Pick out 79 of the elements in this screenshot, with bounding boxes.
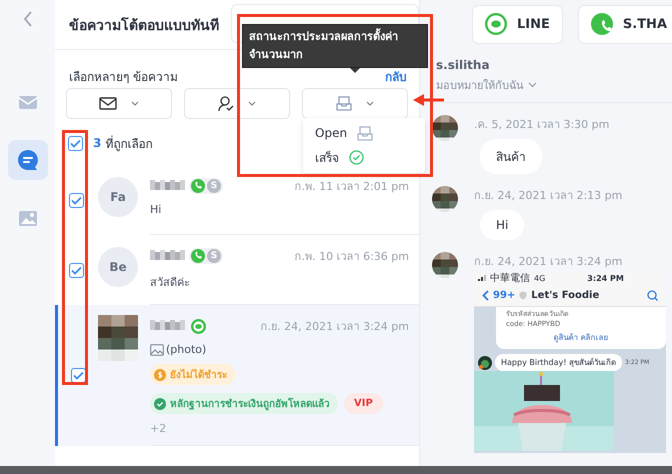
chat-bubble-icon bbox=[191, 318, 206, 334]
checkbox[interactable] bbox=[69, 262, 84, 278]
timestamp: ก.ย. 24, 2021 เวลา 3:24 pm bbox=[260, 319, 409, 335]
back-icon[interactable] bbox=[22, 10, 34, 28]
inbox-icon bbox=[357, 126, 374, 140]
mail-icon bbox=[99, 97, 117, 110]
network-type: 4G bbox=[534, 274, 546, 282]
timestamp: ก.ย. 24, 2021 เวลา 2:13 pm bbox=[474, 188, 622, 204]
avatar: Fa bbox=[98, 177, 138, 217]
unread-count: 99+ bbox=[493, 290, 516, 300]
check-icon bbox=[71, 266, 82, 274]
card-link[interactable]: ดูสินค้า คลิกเลย bbox=[506, 333, 656, 343]
check-icon bbox=[71, 196, 82, 204]
filter-dropdown[interactable] bbox=[66, 88, 172, 119]
message-bubble: Hi bbox=[480, 210, 524, 240]
message-preview: Hi bbox=[150, 203, 162, 216]
back-icon[interactable] bbox=[482, 290, 489, 300]
blurred-name bbox=[150, 250, 185, 262]
avatar: Be bbox=[98, 247, 138, 287]
shield-icon bbox=[519, 290, 528, 300]
avatar bbox=[478, 356, 492, 370]
timestamp: ก.พ. 11 เวลา 2:01 pm bbox=[294, 179, 409, 195]
caret-icon bbox=[248, 101, 256, 106]
caret-icon bbox=[366, 101, 374, 106]
selected-label: ที่ถูกเลือก bbox=[105, 134, 152, 152]
checkbox[interactable] bbox=[70, 368, 86, 383]
checkbox[interactable] bbox=[69, 192, 84, 208]
chat-bubble-icon bbox=[485, 13, 507, 35]
back-link[interactable]: กลับ bbox=[385, 66, 407, 86]
agent-name: s.silitha bbox=[436, 58, 491, 72]
menu-item[interactable]: Open bbox=[303, 121, 425, 145]
check-icon bbox=[72, 371, 84, 380]
channel-button[interactable]: LINE bbox=[472, 4, 563, 44]
arrow-annotation bbox=[413, 94, 445, 106]
channel-button[interactable]: S.THA bbox=[578, 4, 672, 44]
message-preview: สวัสดีค่ะ bbox=[150, 275, 190, 291]
tag: หลักฐานการชำระเงินถูกอัพโหลดแล้ว bbox=[150, 393, 338, 414]
carrier-name: 中華電信 bbox=[490, 272, 530, 285]
timestamp: ก.ย. 24, 2021 เวลา 3:24 pm bbox=[474, 254, 622, 270]
tooltip: สถานะการประมวลผลการตั้งค่าจำนวนมาก bbox=[242, 24, 428, 68]
selected-count: 3 bbox=[93, 136, 102, 150]
timestamp: ก.พ. 10 เวลา 6:36 pm bbox=[294, 249, 409, 265]
conversation-row[interactable]: ก.ย. 24, 2021 เวลา 3:24 pm (photo) ยังไม่ได้ชำระ หลักฐานการชำระเงินถูกอัพโหลดแล้ว VIP +2 bbox=[55, 305, 419, 446]
tooltip-pointer bbox=[350, 68, 360, 73]
inbox-icon bbox=[336, 96, 352, 111]
caret-icon bbox=[131, 101, 139, 106]
message-bubble: Happy Birthday! สุขสันต์วันเกิด bbox=[495, 354, 622, 371]
caret-icon bbox=[528, 82, 537, 88]
phone-icon bbox=[191, 249, 205, 263]
signal-icon bbox=[478, 275, 486, 281]
more-tags-count: +2 bbox=[150, 422, 168, 435]
bulk-select-label: เลือกหลายๆ ข้อความ bbox=[69, 68, 178, 86]
chat-icon bbox=[16, 149, 38, 171]
mail-icon bbox=[18, 94, 38, 110]
tag: ยังไม่ได้ชำระ bbox=[150, 364, 235, 385]
checkbox[interactable] bbox=[68, 136, 83, 150]
tag: VIP bbox=[344, 393, 383, 414]
page-title: ข้อความโต้ตอบแบบทันที bbox=[69, 16, 219, 36]
timestamp: .ค. 5, 2021 เวลา 3:30 pm bbox=[474, 117, 610, 133]
menu-item[interactable]: เสร็จ bbox=[303, 145, 425, 169]
blurred-name bbox=[150, 320, 185, 332]
check-circle-icon bbox=[154, 398, 166, 410]
check-circle-icon bbox=[349, 150, 364, 164]
chat-name: Let's Foodie bbox=[531, 290, 600, 300]
channel-badge: S bbox=[207, 179, 221, 193]
blurred-name bbox=[150, 180, 185, 192]
message-bubble: สินค้า bbox=[480, 139, 542, 174]
status-clock: 3:24 PM bbox=[587, 274, 624, 282]
channel-badge: S bbox=[207, 249, 221, 263]
check-icon bbox=[70, 138, 81, 148]
person-check-icon bbox=[218, 96, 234, 112]
phone-icon bbox=[590, 13, 613, 35]
sidebar-item[interactable] bbox=[8, 140, 48, 180]
image-icon bbox=[18, 210, 38, 226]
message-preview: (photo) bbox=[166, 343, 206, 356]
image-icon bbox=[150, 344, 164, 356]
coin-icon bbox=[154, 368, 166, 380]
phone-icon bbox=[191, 179, 205, 193]
search-icon[interactable] bbox=[647, 290, 658, 300]
